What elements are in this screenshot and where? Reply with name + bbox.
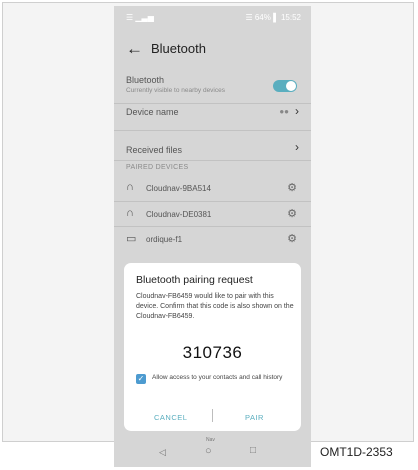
- gear-icon[interactable]: ⚙: [287, 207, 297, 220]
- paired-device-row[interactable]: ▭ ordique-f1 ⚙: [114, 226, 311, 251]
- signal-icon: ☰ ▁▃▅: [126, 13, 154, 22]
- page-title: Bluetooth: [151, 41, 206, 56]
- dialog-message: Cloudnav-FB6459 would like to pair with …: [136, 293, 294, 320]
- headset-icon: ∩: [126, 207, 134, 219]
- figure-frame: ☰ ▁▃▅ ☰ 64% ▌ 15:52 ← Bluetooth Bluetoot…: [2, 2, 414, 467]
- paired-device-row[interactable]: ∩ Cloudnav-9BA514 ⚙: [114, 176, 311, 202]
- navigation-bar: Nav ◁ ○ □: [114, 437, 311, 467]
- gear-icon[interactable]: ⚙: [287, 232, 297, 245]
- device-name-row[interactable]: Device name ●● ›: [114, 103, 311, 131]
- button-divider: [212, 409, 213, 422]
- chevron-right-icon: ›: [295, 140, 299, 154]
- paired-device-row[interactable]: ∩ Cloudnav-DE0381 ⚙: [114, 201, 311, 227]
- figure-reference: OMT1D-2353: [320, 445, 393, 459]
- dialog-title: Bluetooth pairing request: [136, 274, 253, 286]
- status-bar: ☰ ▁▃▅ ☰ 64% ▌ 15:52: [114, 6, 311, 28]
- pairing-code: 310736: [182, 343, 243, 362]
- nav-recent-icon[interactable]: □: [250, 445, 256, 456]
- cancel-button[interactable]: CANCEL: [154, 413, 187, 422]
- phone-screen: ☰ ▁▃▅ ☰ 64% ▌ 15:52 ← Bluetooth Bluetoot…: [114, 6, 311, 467]
- received-files-label: Received files: [126, 145, 183, 155]
- headset-icon: ∩: [126, 181, 134, 193]
- bluetooth-toggle-row[interactable]: Bluetooth Currently visible to nearby de…: [114, 70, 311, 104]
- nav-home-icon[interactable]: ○: [205, 445, 212, 457]
- pairing-dialog: Bluetooth pairing request Cloudnav-FB645…: [124, 263, 301, 431]
- title-bar: ← Bluetooth: [114, 36, 311, 64]
- battery-time-indicator: ☰ 64% ▌ 15:52: [245, 13, 301, 22]
- device-name-value: ●●: [279, 107, 289, 116]
- pair-button[interactable]: PAIR: [245, 413, 264, 422]
- nav-label: Nav: [206, 437, 215, 443]
- nav-back-icon[interactable]: ◁: [159, 447, 166, 458]
- bluetooth-label: Bluetooth: [126, 75, 165, 85]
- bluetooth-toggle[interactable]: [273, 80, 297, 92]
- toggle-knob: [286, 81, 296, 91]
- paired-devices-header: PAIRED DEVICES: [126, 164, 189, 171]
- received-files-row[interactable]: Received files ›: [114, 130, 311, 161]
- visibility-sublabel: Currently visible to nearby devices: [126, 87, 225, 94]
- device-name-label: Device name: [126, 107, 179, 117]
- gear-icon[interactable]: ⚙: [287, 181, 297, 194]
- paired-device-name: Cloudnav-9BA514: [146, 184, 211, 193]
- contacts-access-checkbox[interactable]: ✓: [136, 374, 146, 384]
- paired-device-name: ordique-f1: [146, 235, 183, 244]
- back-arrow-icon[interactable]: ←: [126, 40, 143, 58]
- contacts-access-label: Allow access to your contacts and call h…: [152, 374, 283, 381]
- chevron-right-icon: ›: [295, 104, 299, 118]
- paired-device-name: Cloudnav-DE0381: [146, 210, 212, 219]
- laptop-icon: ▭: [126, 233, 137, 245]
